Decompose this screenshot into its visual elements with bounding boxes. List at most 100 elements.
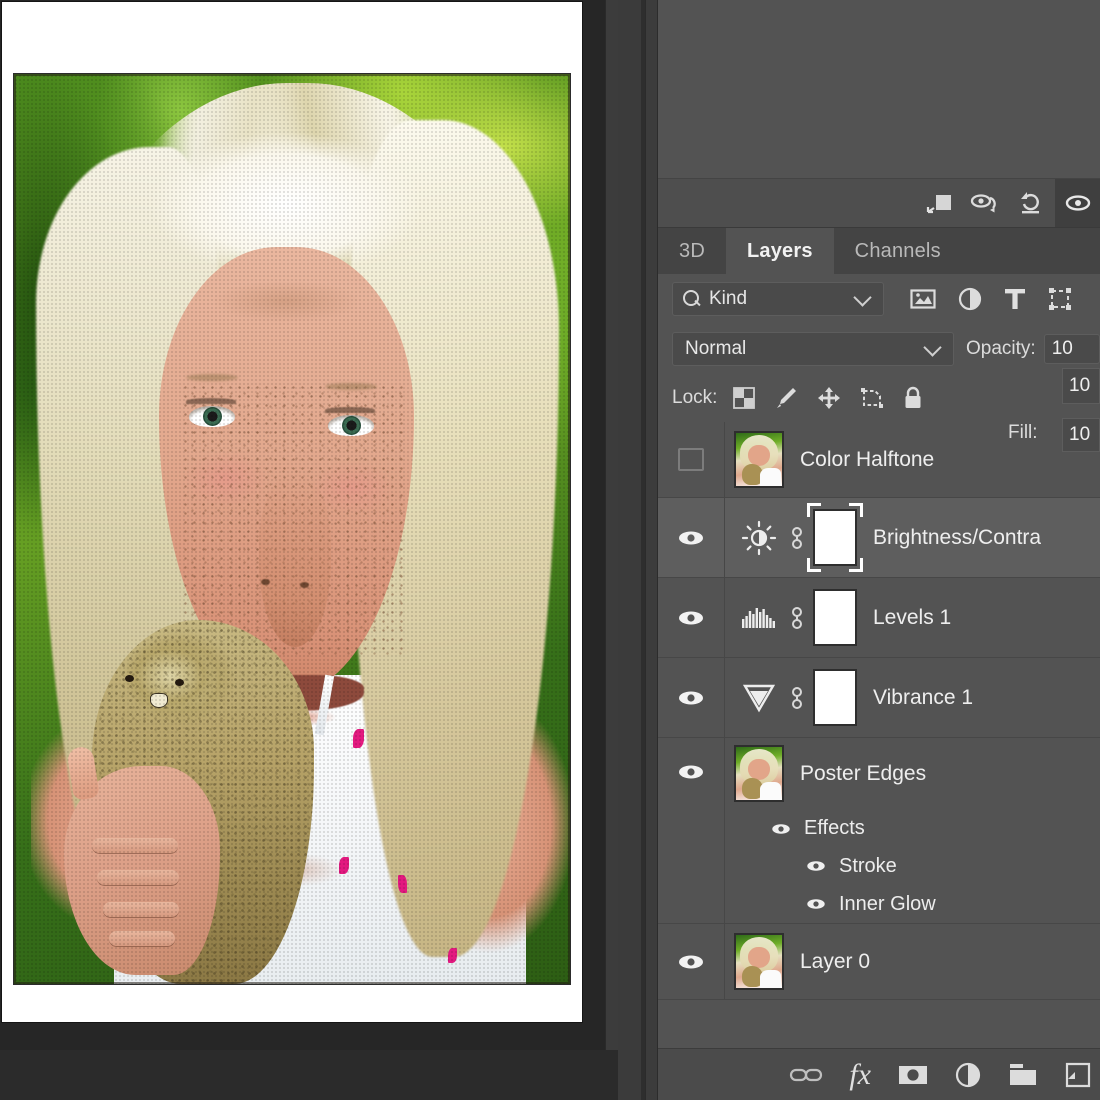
clip-to-layer-icon[interactable] <box>917 179 963 227</box>
chevron-down-icon[interactable] <box>853 288 871 306</box>
layer-mask-thumbnail[interactable] <box>813 509 857 566</box>
filter-adjustment-icon[interactable] <box>958 287 982 311</box>
dock-rail[interactable] <box>646 0 658 1100</box>
layer-visibility-toggle[interactable] <box>658 738 725 923</box>
link-mask-icon[interactable] <box>784 684 810 712</box>
eye-off-icon <box>678 448 704 471</box>
layer-row-layer-0[interactable]: Layer 0 <box>658 924 1100 1000</box>
brightness-contrast-icon[interactable] <box>734 520 784 556</box>
layer-effects-group[interactable]: Effects <box>725 810 1100 848</box>
layer-mask-thumbnail[interactable] <box>813 669 857 726</box>
opacity-label: Opacity: <box>966 338 1036 360</box>
lock-icon-group <box>733 386 923 410</box>
filter-pixel-icon[interactable] <box>910 288 936 310</box>
artwork-pink-mark-3 <box>398 875 407 893</box>
properties-panel-footer <box>658 179 1100 228</box>
layers-list[interactable]: Color Halftone <box>658 422 1100 1048</box>
filter-type-icons <box>910 287 1072 311</box>
layer-row-poster-edges[interactable]: Poster Edges Effects <box>658 738 1100 924</box>
eye-icon[interactable] <box>805 896 827 912</box>
artwork-nostril-right <box>300 582 309 588</box>
filter-kind-label: Kind <box>709 288 747 310</box>
layer-visibility-toggle[interactable] <box>658 498 725 577</box>
eye-icon <box>676 608 706 628</box>
layer-style-fx-icon[interactable]: fx <box>849 1058 871 1092</box>
lock-transparent-pixels-icon[interactable] <box>733 387 755 409</box>
new-adjustment-layer-icon[interactable] <box>955 1062 981 1088</box>
layer-row-levels-1[interactable]: Levels 1 <box>658 578 1100 658</box>
layer-thumbnail[interactable] <box>734 933 784 990</box>
tab-layers[interactable]: Layers <box>726 228 834 274</box>
panel-tab-bar: 3D Layers Channels <box>658 228 1100 274</box>
layer-name-label: Levels 1 <box>873 606 951 630</box>
eye-icon <box>676 952 706 972</box>
tab-3d[interactable]: 3D <box>658 228 726 274</box>
link-mask-icon[interactable] <box>784 604 810 632</box>
canvas-area[interactable] <box>0 0 645 1100</box>
filter-type-icon[interactable] <box>1004 287 1026 311</box>
layer-mask-thumbnail[interactable] <box>813 589 857 646</box>
properties-panel <box>658 0 1100 179</box>
tab-channels[interactable]: Channels <box>834 228 962 274</box>
layer-visibility-toggle[interactable] <box>658 658 725 737</box>
lock-all-icon[interactable] <box>903 386 923 410</box>
layer-name-label: Color Halftone <box>800 448 934 472</box>
layer-effect-inner-glow[interactable]: Inner Glow <box>725 885 1100 923</box>
magnifier-icon <box>683 290 699 306</box>
artwork-pink-mark-2 <box>339 857 349 874</box>
eye-icon[interactable] <box>805 858 827 874</box>
filter-shape-icon[interactable] <box>1048 287 1072 311</box>
layer-visibility-toggle[interactable] <box>658 578 725 657</box>
layer-effect-label: Inner Glow <box>839 893 936 916</box>
eye-icon[interactable] <box>770 821 792 837</box>
layer-row-vibrance-1[interactable]: Vibrance 1 <box>658 658 1100 738</box>
levels-icon[interactable] <box>734 605 784 631</box>
fx-glyph: fx <box>849 1058 871 1092</box>
layer-effect-stroke[interactable]: Stroke <box>725 847 1100 885</box>
layer-name-label: Vibrance 1 <box>873 686 973 710</box>
new-layer-icon[interactable] <box>1065 1062 1091 1088</box>
artwork-eye-left <box>189 406 235 427</box>
artwork-finger-4 <box>109 931 175 946</box>
artwork-forehead-shadow <box>181 238 392 365</box>
new-group-icon[interactable] <box>1007 1063 1039 1087</box>
artwork-finger-3 <box>103 902 179 917</box>
artwork-finger-1 <box>92 838 178 853</box>
artwork-eyelid-left <box>186 398 236 404</box>
layer-name-label: Brightness/Contra <box>873 526 1041 550</box>
chevron-down-icon[interactable] <box>923 338 941 356</box>
fill-input[interactable]: 10 <box>1062 418 1100 452</box>
layer-visibility-toggle[interactable] <box>658 422 725 497</box>
right-dock: 3D Layers Channels Kind <box>645 0 1100 1100</box>
lock-image-pixels-icon[interactable] <box>774 386 798 410</box>
artwork-eyelid-right <box>325 407 375 413</box>
opacity-input[interactable]: 10 <box>1044 334 1100 364</box>
photoshop-window: 3D Layers Channels Kind <box>0 0 1100 1100</box>
reset-icon[interactable] <box>1009 179 1055 227</box>
layers-filter-row: Kind <box>658 274 1100 324</box>
layer-effect-label: Stroke <box>839 855 897 878</box>
vibrance-icon[interactable] <box>734 682 784 714</box>
artwork-image[interactable] <box>14 74 570 984</box>
eye-icon <box>676 762 706 782</box>
view-previous-state-icon[interactable] <box>963 179 1009 227</box>
eye-icon <box>676 528 706 548</box>
toggle-visibility-icon[interactable] <box>1055 179 1100 227</box>
lock-artboard-icon[interactable] <box>860 386 884 410</box>
lock-position-icon[interactable] <box>817 386 841 410</box>
link-layers-icon[interactable] <box>789 1065 823 1085</box>
opacity-input-clipped[interactable]: 10 <box>1062 368 1100 404</box>
document-window[interactable] <box>0 0 618 1050</box>
filter-kind-select[interactable]: Kind <box>672 282 884 316</box>
layer-thumbnail[interactable] <box>734 745 784 802</box>
add-layer-mask-icon[interactable] <box>897 1063 929 1087</box>
layer-row-brightness-contrast[interactable]: Brightness/Contra <box>658 498 1100 578</box>
link-mask-icon[interactable] <box>784 524 810 552</box>
layer-thumbnail[interactable] <box>734 431 784 488</box>
blend-mode-select[interactable]: Normal <box>672 332 954 366</box>
artwork-eye-right <box>328 415 374 436</box>
layer-visibility-toggle[interactable] <box>658 924 725 999</box>
document-vertical-scrollbar[interactable] <box>605 0 618 1050</box>
blend-mode-value: Normal <box>685 338 746 360</box>
artwork-nose <box>259 474 331 647</box>
